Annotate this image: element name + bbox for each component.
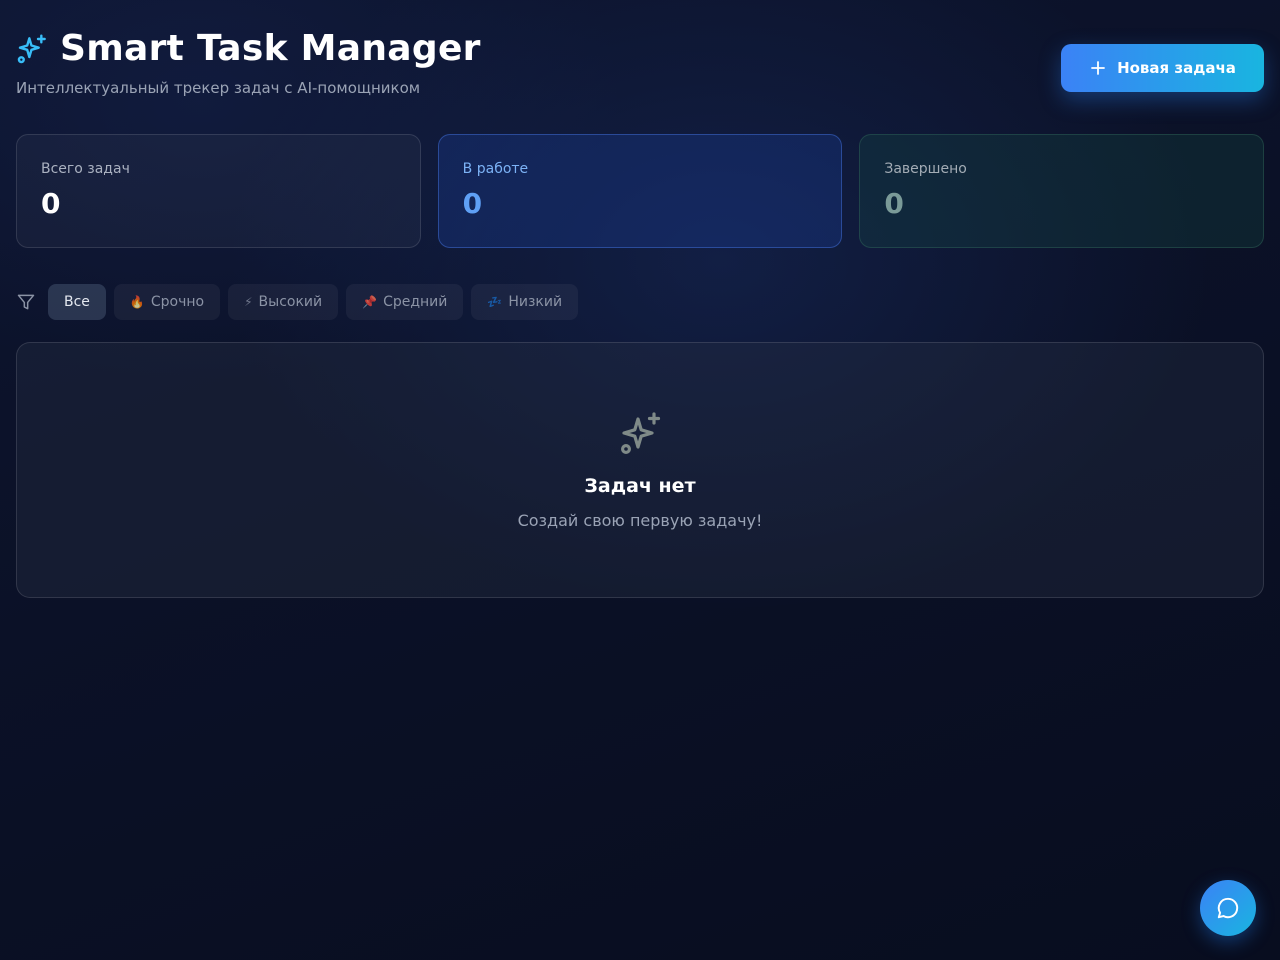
filter-chip-high[interactable]: ⚡ Высокий: [228, 284, 339, 320]
pushpin-icon: 📌: [362, 295, 378, 309]
sleep-icon: 💤: [487, 295, 503, 309]
stat-label: В работе: [462, 161, 529, 177]
plus-icon: [1089, 59, 1107, 77]
filter-chip-medium[interactable]: 📌 Средний: [346, 284, 464, 320]
page-header: Smart Task Manager Интеллектуальный трек…: [16, 28, 1264, 108]
sparkles-icon: [616, 409, 664, 457]
new-task-label: Новая задача: [1117, 59, 1236, 77]
stat-value: 0: [41, 187, 61, 220]
empty-state-text: Создай свою первую задачу!: [517, 511, 763, 530]
filter-chip-low[interactable]: 💤 Низкий: [471, 284, 579, 320]
filter-chip-label: Низкий: [508, 294, 563, 310]
filter-chip-urgent[interactable]: 🔥 Срочно: [113, 284, 221, 320]
stat-card-completed: Завершено 0: [859, 134, 1265, 248]
empty-state-title: Задач нет: [584, 475, 696, 497]
filter-icon: [16, 292, 36, 312]
fire-icon: 🔥: [129, 295, 145, 309]
new-task-button[interactable]: Новая задача: [1061, 44, 1264, 92]
chat-bubble-icon: [1215, 895, 1241, 921]
stats-row: Всего задач 0 В работе 0 Завершено 0: [16, 134, 1265, 248]
lightning-icon: ⚡: [244, 295, 253, 309]
ai-chat-button[interactable]: [1200, 880, 1256, 936]
filter-chip-label: Высокий: [258, 294, 323, 310]
sparkles-icon: [16, 33, 48, 65]
stat-label: Всего задач: [41, 161, 130, 177]
filter-chip-label: Средний: [383, 294, 448, 310]
stat-card-in-progress: В работе 0: [437, 134, 843, 248]
filter-chip-label: Все: [64, 294, 90, 310]
filter-chip-all[interactable]: Все: [48, 284, 106, 320]
empty-state-panel: Задач нет Создай свою первую задачу!: [16, 342, 1264, 598]
page-title: Smart Task Manager: [60, 28, 481, 69]
stat-value: 0: [462, 187, 483, 220]
priority-filter-bar: Все 🔥 Срочно ⚡ Высокий 📌 Средний 💤 Низки…: [16, 284, 579, 320]
stat-label: Завершено: [884, 161, 967, 177]
stat-value: 0: [884, 187, 904, 220]
stat-card-total: Всего задач 0: [16, 134, 421, 248]
filter-chip-label: Срочно: [150, 294, 205, 310]
